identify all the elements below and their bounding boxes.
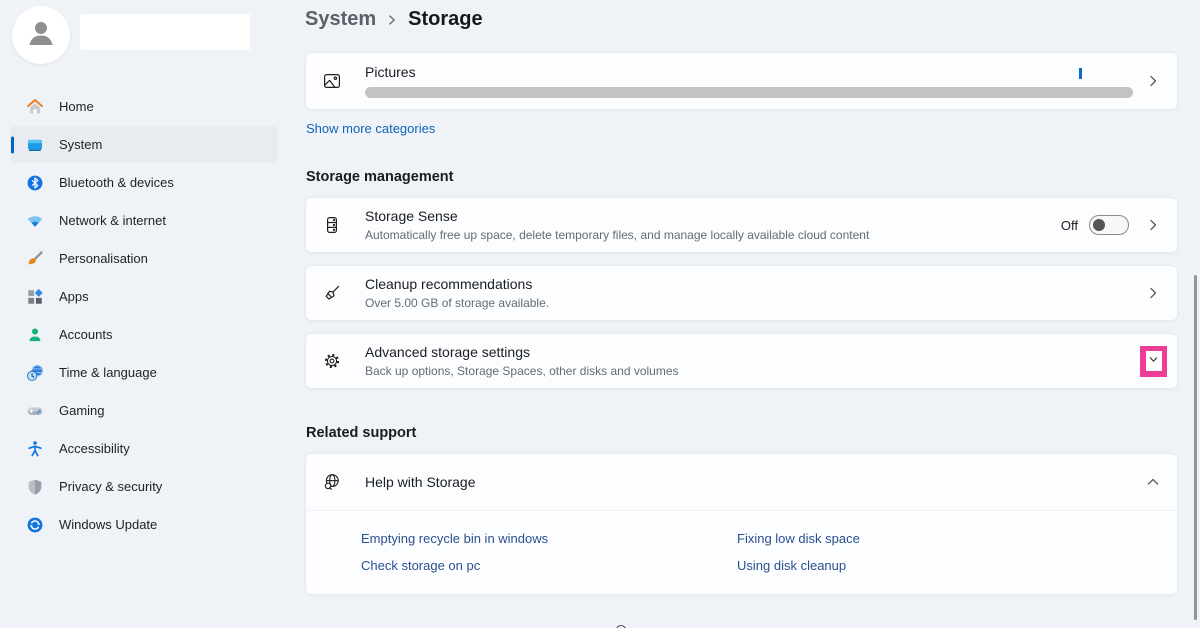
sidebar-item-accessibility[interactable]: Accessibility [10, 430, 278, 467]
sidebar-item-apps[interactable]: Apps [10, 278, 278, 315]
chevron-right-icon [385, 13, 399, 27]
network-icon [26, 212, 44, 230]
row-subtitle: Over 5.00 GB of storage available. [365, 296, 1145, 310]
globe-search-icon [322, 472, 342, 492]
link-check-storage[interactable]: Check storage on pc [361, 558, 737, 573]
shield-icon [26, 478, 44, 496]
row-title: Advanced storage settings [365, 344, 1140, 360]
help-with-storage-row[interactable]: Help with Storage [306, 454, 1177, 510]
chevron-right-icon[interactable] [1145, 285, 1161, 301]
time-language-icon [26, 364, 44, 382]
broom-icon [322, 283, 342, 303]
person-icon [24, 16, 58, 55]
row-subtitle: Back up options, Storage Spaces, other d… [365, 364, 1140, 378]
sidebar-nav: Home System Bluetooth & devices Net [0, 88, 278, 544]
sidebar-item-windows-update[interactable]: Windows Update [10, 506, 278, 543]
help-title: Help with Storage [365, 474, 1145, 490]
gear-icon [322, 351, 342, 371]
sidebar-item-privacy-security[interactable]: Privacy & security [10, 468, 278, 505]
expand-button[interactable] [1146, 351, 1162, 371]
toggle-state-label: Off [1061, 218, 1078, 233]
advanced-storage-settings-row[interactable]: Advanced storage settings Back up option… [305, 333, 1178, 389]
breadcrumb-system[interactable]: System [305, 8, 376, 31]
sidebar-item-label: Accessibility [59, 441, 130, 456]
storage-sense-row[interactable]: Storage Sense Automatically free up spac… [305, 197, 1178, 253]
link-fixing-low-disk-space[interactable]: Fixing low disk space [737, 531, 1177, 546]
home-icon [26, 98, 44, 116]
gaming-icon [26, 402, 44, 420]
accounts-icon [26, 326, 44, 344]
chevron-up-icon[interactable] [1145, 474, 1161, 490]
user-name-redacted [80, 14, 250, 50]
chevron-right-icon[interactable] [1145, 217, 1161, 233]
sidebar-item-label: Windows Update [59, 517, 157, 532]
pictures-icon [322, 71, 342, 91]
link-using-disk-cleanup[interactable]: Using disk cleanup [737, 558, 1177, 573]
pictures-label: Pictures [365, 64, 1145, 80]
accessibility-icon [26, 440, 44, 458]
storage-sense-icon [322, 215, 342, 235]
sidebar-item-label: Bluetooth & devices [59, 175, 174, 190]
windows-update-icon [26, 516, 44, 534]
sidebar-item-label: Home [59, 99, 94, 114]
sidebar-item-home[interactable]: Home [10, 88, 278, 125]
cleanup-recommendations-row[interactable]: Cleanup recommendations Over 5.00 GB of … [305, 265, 1178, 321]
settings-window: Home System Bluetooth & devices Net [0, 0, 1200, 628]
personalisation-icon [26, 250, 44, 268]
sidebar-item-label: Personalisation [59, 251, 148, 266]
sidebar-item-label: Apps [59, 289, 89, 304]
show-more-categories-link[interactable]: Show more categories [306, 121, 435, 136]
row-subtitle: Automatically free up space, delete temp… [365, 228, 1061, 242]
storage-management-heading: Storage management [306, 169, 453, 185]
sidebar-item-bluetooth-devices[interactable]: Bluetooth & devices [10, 164, 278, 201]
partial-row-icon [615, 621, 627, 628]
sidebar-item-label: Privacy & security [59, 479, 162, 494]
chevron-down-icon [1148, 352, 1159, 370]
sidebar-item-system[interactable]: System [10, 126, 278, 163]
storage-sense-toggle[interactable] [1089, 215, 1129, 235]
sidebar-item-accounts[interactable]: Accounts [10, 316, 278, 353]
user-avatar[interactable] [12, 6, 70, 64]
bluetooth-icon [26, 174, 44, 192]
help-links: Emptying recycle bin in windows Check st… [306, 511, 1177, 579]
sidebar-item-time-language[interactable]: Time & language [10, 354, 278, 391]
link-emptying-recycle-bin[interactable]: Emptying recycle bin in windows [361, 531, 737, 546]
breadcrumb: System Storage [305, 8, 483, 31]
pictures-row[interactable]: Pictures [305, 52, 1178, 110]
sidebar-item-label: Time & language [59, 365, 157, 380]
sidebar-item-network-internet[interactable]: Network & internet [10, 202, 278, 239]
sidebar-item-label: Gaming [59, 403, 105, 418]
chevron-right-icon[interactable] [1145, 73, 1161, 89]
advanced-expand-highlight [1140, 346, 1167, 377]
page-title: Storage [408, 8, 482, 31]
scrollbar[interactable] [1194, 275, 1197, 620]
row-title: Storage Sense [365, 208, 1061, 224]
sidebar-item-label: Network & internet [59, 213, 166, 228]
system-icon [26, 136, 44, 154]
help-card: Help with Storage Emptying recycle bin i… [305, 453, 1178, 595]
apps-icon [26, 288, 44, 306]
sidebar-item-label: System [59, 137, 102, 152]
pictures-usage-bar [365, 87, 1133, 98]
sidebar-item-gaming[interactable]: Gaming [10, 392, 278, 429]
sidebar-item-personalisation[interactable]: Personalisation [10, 240, 278, 277]
row-title: Cleanup recommendations [365, 276, 1145, 292]
related-support-heading: Related support [306, 425, 416, 441]
main-content: System Storage Pictures Show more catego… [305, 0, 1200, 628]
toggle-knob [1093, 219, 1105, 231]
usage-indicator [1079, 68, 1082, 79]
sidebar-item-label: Accounts [59, 327, 112, 342]
sidebar: Home System Bluetooth & devices Net [0, 0, 292, 628]
selection-indicator [11, 136, 14, 153]
